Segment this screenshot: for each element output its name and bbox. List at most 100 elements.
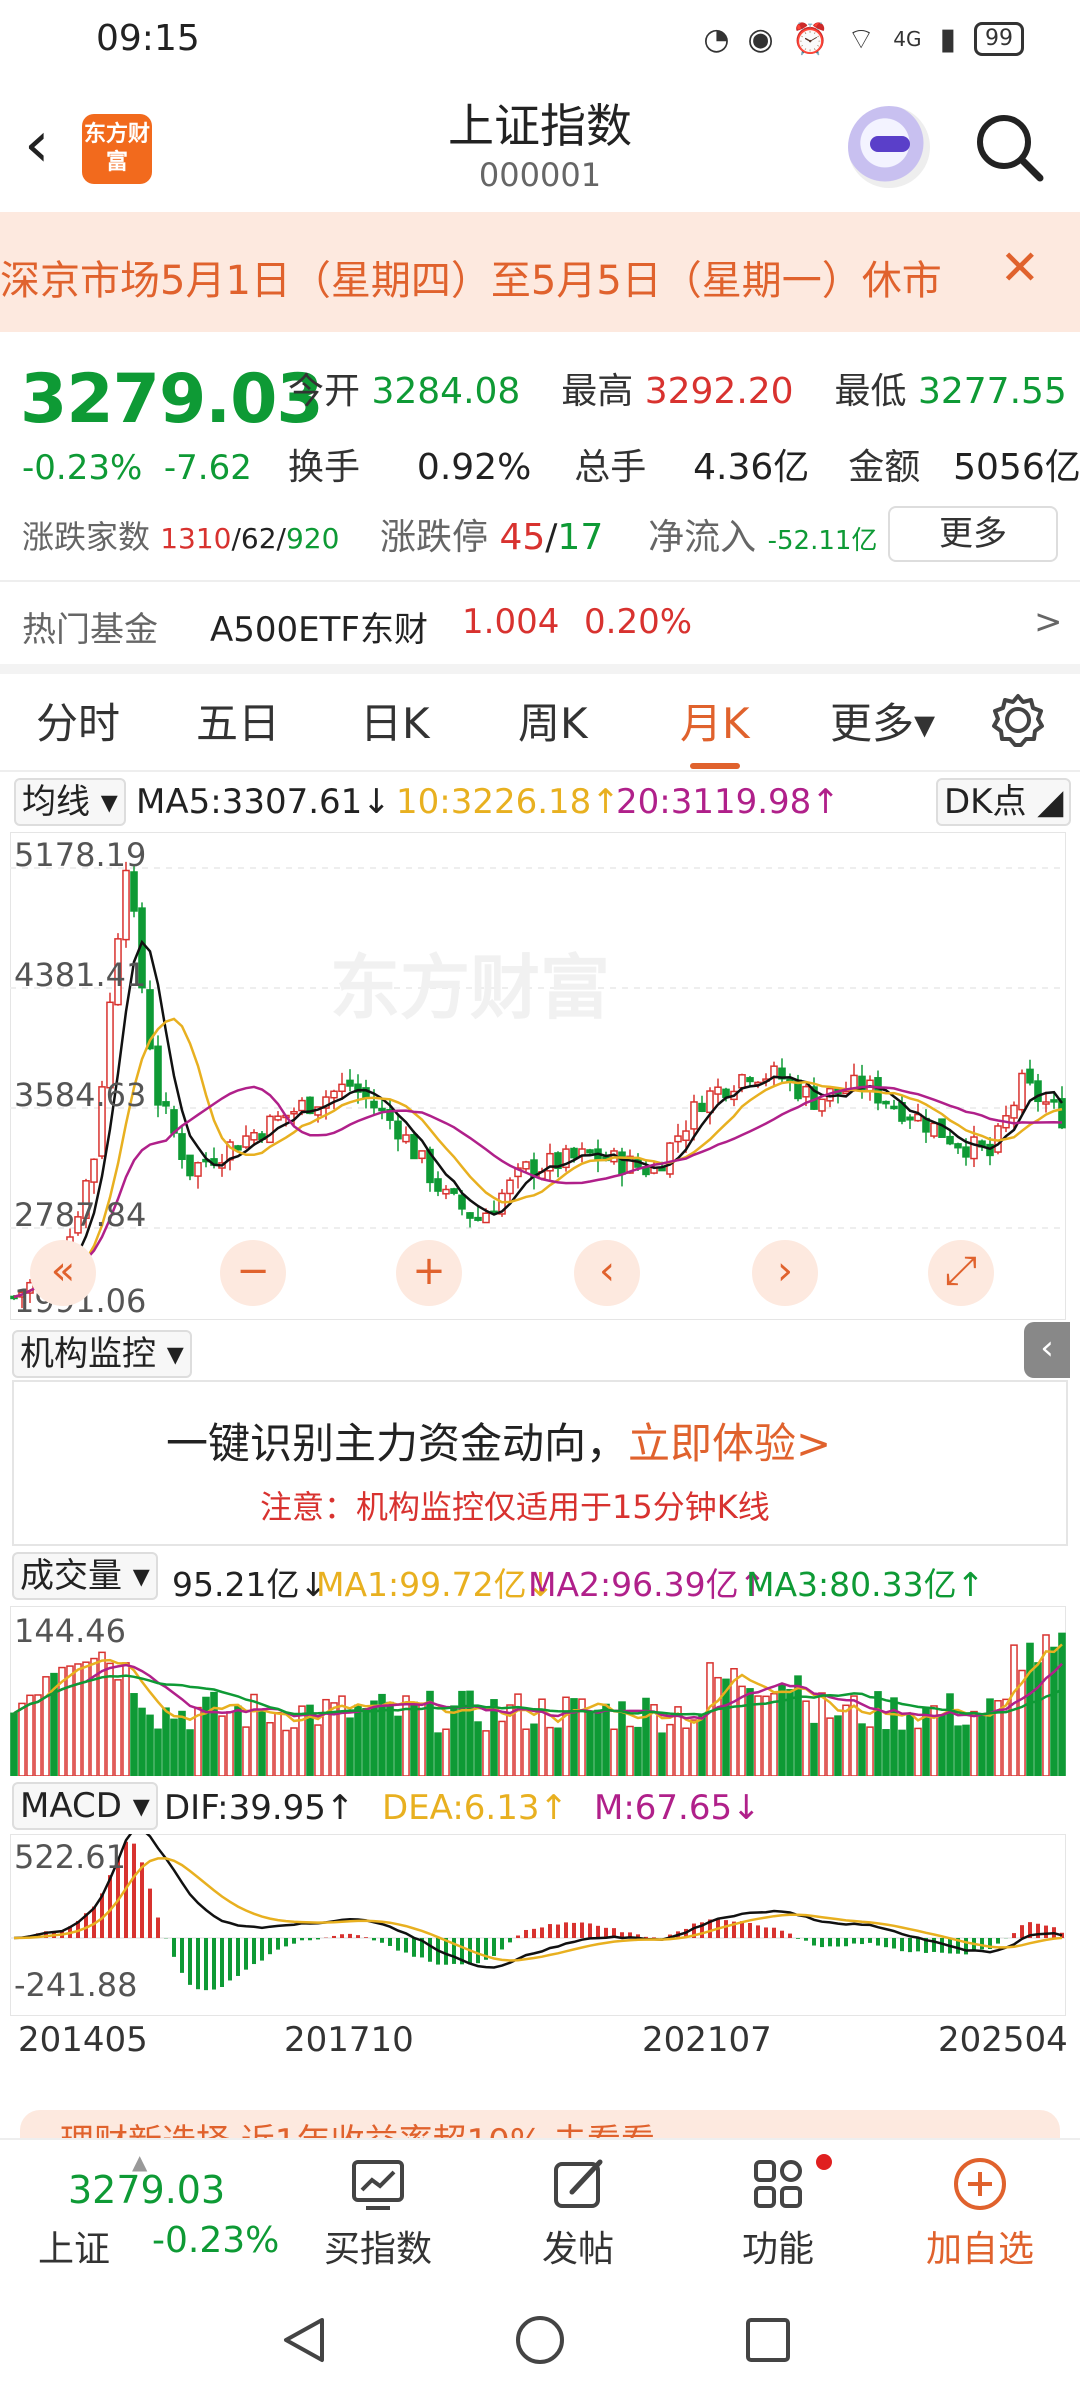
candle (466, 1212, 474, 1219)
chevron-right-icon[interactable]: › (752, 1240, 818, 1306)
volume-bar (554, 1727, 562, 1776)
volume-bar (234, 1705, 242, 1776)
collapse-panel-icon[interactable]: ‹ (1024, 1322, 1070, 1378)
kline-chart[interactable]: 东方财富 5178.19 4381.41 3584.63 2787.84 199… (10, 832, 1066, 1320)
macd-chart[interactable]: 522.61 -241.88 (10, 1834, 1066, 2016)
functions-button[interactable]: 功能 (698, 2154, 858, 2272)
candle (946, 1135, 954, 1145)
network-type: 4G (893, 27, 922, 51)
high-value: 3292.20 (644, 371, 794, 412)
candle (682, 1130, 690, 1142)
volume-bar (978, 1714, 986, 1776)
candle (194, 1162, 202, 1177)
candle (1042, 1101, 1050, 1105)
macd-dropdown[interactable]: MACD ▾ (12, 1782, 158, 1830)
volume-bar (354, 1704, 362, 1776)
more-quote-button[interactable]: 更多 (888, 506, 1058, 562)
notice-text: 深京市场5月1日（星期四）至5月5日（星期一）休市 (0, 258, 942, 304)
volume-bar (834, 1715, 842, 1776)
volume-bar (466, 1690, 474, 1776)
nav-home-icon[interactable] (514, 2314, 566, 2366)
assistant-robot-icon[interactable] (848, 106, 930, 188)
low-label: 最低 (834, 371, 907, 412)
volume-bar (962, 1724, 970, 1776)
candle (570, 1147, 578, 1159)
close-icon[interactable]: ✕ (1000, 240, 1040, 296)
candle (706, 1090, 714, 1114)
zoom-out-icon[interactable]: − (220, 1240, 286, 1306)
ma-indicator-row: 均线 ▾ MA5:3307.61↓ 10:3226.18↑ 20:3119.98… (0, 776, 1080, 830)
volume-bar (754, 1695, 762, 1776)
fullscreen-icon[interactable]: ⤢ (928, 1240, 994, 1306)
volume-bar (362, 1708, 370, 1776)
nav-back-icon[interactable] (278, 2314, 330, 2366)
section-gap (0, 664, 1080, 674)
volume-bar (954, 1725, 962, 1776)
tab-daily-k[interactable]: 日K (360, 690, 430, 751)
macd-dif: DIF:39.95↑ (164, 1788, 355, 1828)
volume-bar (178, 1710, 186, 1776)
breadth-flat: /62/ (231, 522, 286, 555)
tab-monthly-k[interactable]: 月K (680, 690, 750, 769)
candle (666, 1142, 674, 1175)
candle (178, 1133, 186, 1160)
chevron-left-icon[interactable]: ‹ (574, 1240, 640, 1306)
nav-recents-icon[interactable] (742, 2314, 794, 2366)
institution-dropdown[interactable]: 机构监控 ▾ (12, 1330, 192, 1378)
buy-index-button[interactable]: 买指数 (298, 2154, 458, 2272)
volume-bar (226, 1711, 234, 1776)
volume-bar (442, 1728, 450, 1776)
functions-label: 功能 (741, 2229, 814, 2270)
status-bar: 09:15 ◔ ◉ ⏰ ⌔ 4G ▮ 99 (0, 0, 1080, 80)
tab-intraday[interactable]: 分时 (36, 690, 120, 751)
quote-row-1: 今开 3284.08 最高 3292.20 最低 3277.55 (288, 362, 1067, 414)
candle (674, 1135, 682, 1143)
volume-bar (146, 1714, 154, 1776)
ma-dropdown[interactable]: 均线 ▾ (14, 778, 126, 826)
settings-gear-icon[interactable] (990, 692, 1046, 748)
volume-bar (218, 1715, 226, 1776)
volume-bar (394, 1715, 402, 1776)
index-quick-quote[interactable]: ▲ 3279.03 上证 -0.23% (12, 2150, 302, 2270)
post-button[interactable]: 发帖 (498, 2154, 658, 2272)
volume-bar (986, 1698, 994, 1776)
dk-point-toggle[interactable]: DK点 ◢ (936, 778, 1072, 826)
zoom-in-icon[interactable]: + (396, 1240, 462, 1306)
volume-bar (690, 1719, 698, 1776)
candle (906, 1116, 914, 1121)
scroll-left-double-icon[interactable]: « (30, 1240, 96, 1306)
institution-promo-box[interactable]: 一键识别主力资金动向，立即体验> 注意：机构监控仅适用于15分钟K线 (12, 1380, 1068, 1546)
notification-dot (816, 2154, 832, 2170)
volume-bar (114, 1679, 122, 1776)
tab-more[interactable]: 更多▾ (830, 690, 935, 751)
volume-bar (594, 1709, 602, 1776)
back-icon[interactable]: ‹ (24, 110, 84, 180)
volume-bar (42, 1676, 50, 1776)
add-to-watchlist-button[interactable]: 加自选 (900, 2154, 1060, 2272)
volume-bar (298, 1705, 306, 1776)
try-now-link[interactable]: 立即体验> (628, 1419, 831, 1468)
candle (962, 1146, 970, 1158)
tab-weekly-k[interactable]: 周K (518, 690, 588, 751)
volume-bar (458, 1690, 466, 1776)
volume-bar (746, 1688, 754, 1776)
tab-five-day[interactable]: 五日 (196, 690, 280, 751)
volume-label: 总手 (574, 447, 647, 488)
volume-chart[interactable]: 144.46 (10, 1606, 1066, 1776)
limit-row: 涨跌停 45/17 净流入 -52.11亿 (380, 508, 877, 560)
candle (130, 871, 138, 912)
brand-logo[interactable]: 东方财富 (82, 114, 152, 184)
candle (506, 1179, 514, 1195)
candle (298, 1099, 306, 1112)
kline-axis-max: 5178.19 (14, 836, 146, 874)
hot-fund-row[interactable]: 热门基金 A500ETF东财 1.004 0.20% > (0, 588, 1080, 658)
search-icon[interactable] (972, 110, 1046, 184)
volume-bar (706, 1662, 714, 1776)
volume-axis-max: 144.46 (14, 1612, 126, 1650)
bottom-action-bar: ▲ 3279.03 上证 -0.23% 买指数 发帖 功能 加自选 (0, 2138, 1080, 2278)
ma5-value: MA5:3307.61↓ (136, 782, 391, 822)
volume-bar (770, 1692, 778, 1776)
volume-dropdown[interactable]: 成交量 ▾ (12, 1552, 158, 1600)
volume-bar (1058, 1632, 1066, 1776)
x-axis-label: 202504 (938, 2020, 1068, 2060)
